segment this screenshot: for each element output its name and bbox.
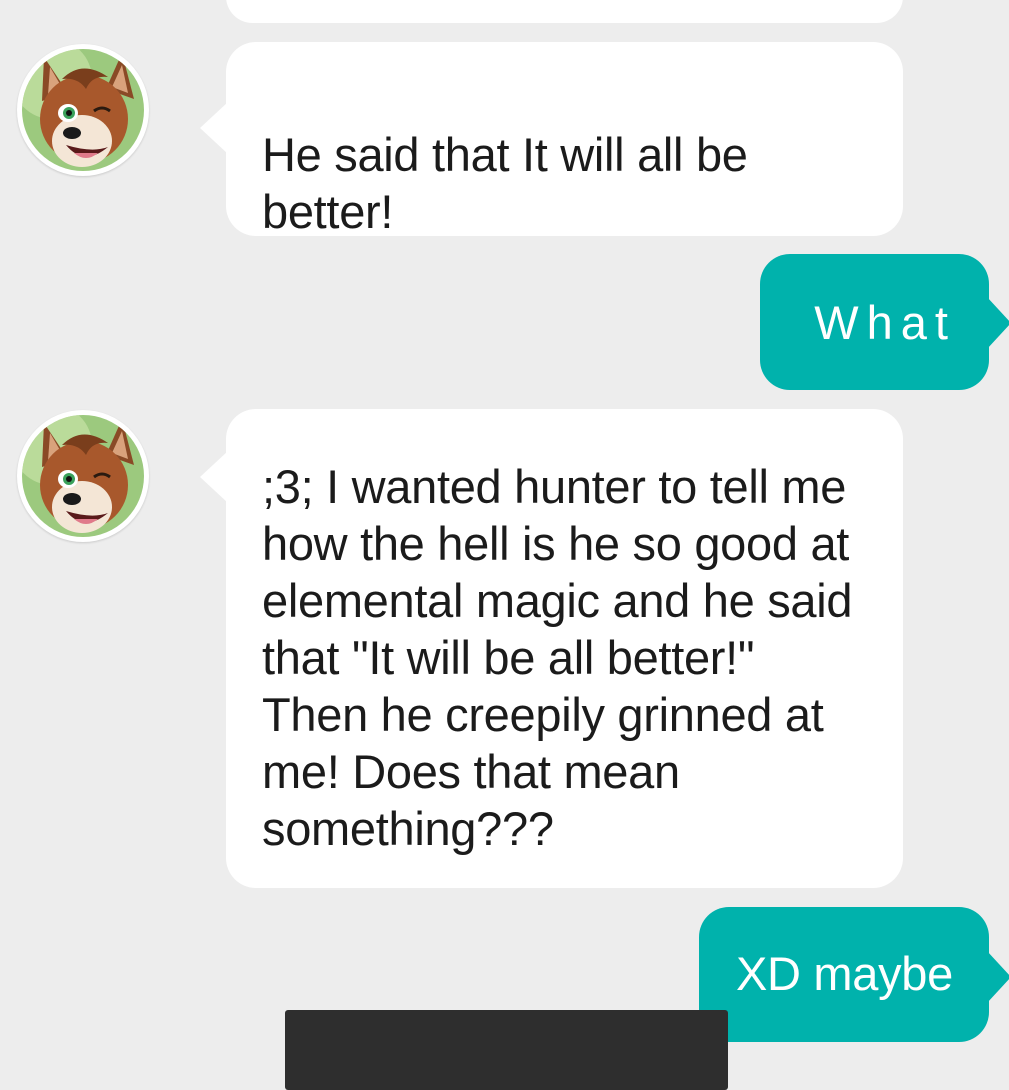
message-bubble[interactable]: He said that It will all be better!: [200, 42, 903, 238]
fox-avatar-icon: [22, 49, 144, 171]
toast-bar: [285, 1010, 728, 1090]
fox-avatar-icon: [22, 415, 144, 537]
message-text: ;3; I wanted hunter to tell me how the h…: [262, 460, 853, 855]
message-bubble-outgoing[interactable]: XD maybe: [699, 907, 1009, 1042]
message-bubble-outgoing[interactable]: What: [760, 254, 1009, 390]
previous-message-bubble[interactable]: [226, 0, 903, 23]
sender-avatar[interactable]: [17, 44, 149, 176]
message-text: What: [814, 296, 956, 349]
message-text: He said that It will all be better!: [262, 128, 748, 238]
chat-thread[interactable]: He said that It will all be better! What: [0, 0, 1009, 1065]
message-text: XD maybe: [735, 947, 953, 1000]
sender-avatar[interactable]: [17, 410, 149, 542]
message-bubble[interactable]: ;3; I wanted hunter to tell me how the h…: [200, 409, 903, 888]
